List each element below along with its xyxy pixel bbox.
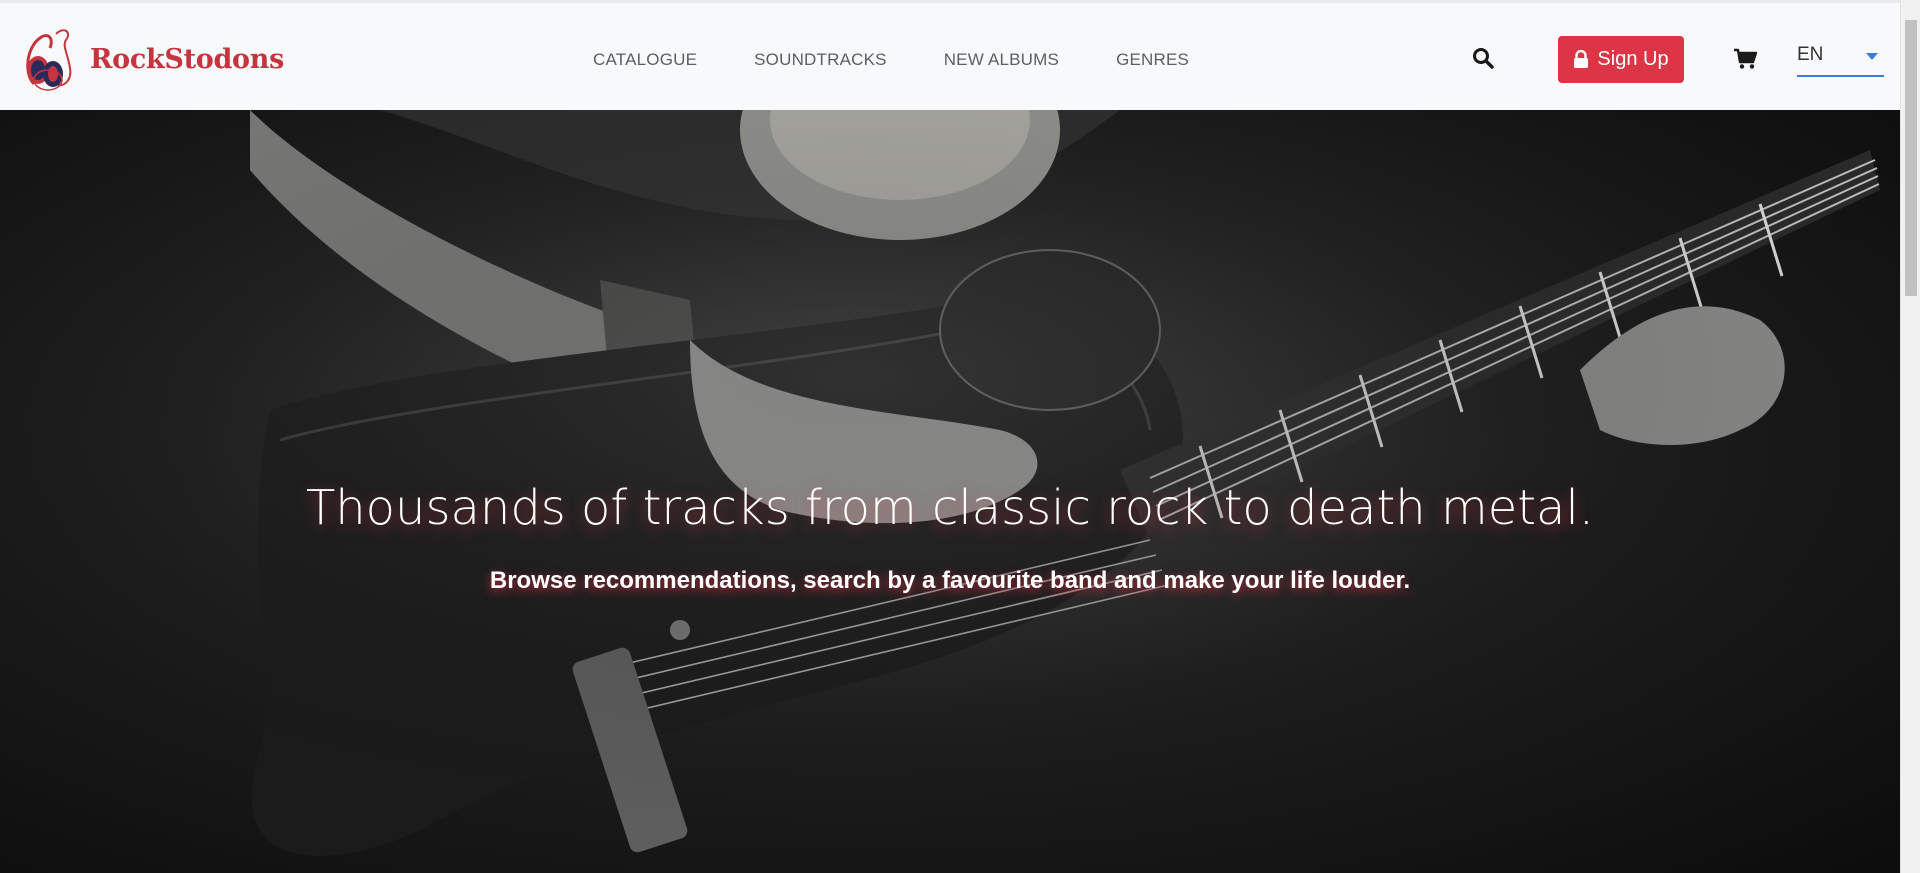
brand-logo[interactable]: RockStodons <box>20 23 284 95</box>
hero-banner: Thousands of tracks from classic rock to… <box>0 110 1900 873</box>
page-scrollbar[interactable] <box>1900 0 1920 873</box>
language-select[interactable]: EN <box>1797 43 1884 77</box>
sign-up-label: Sign Up <box>1597 48 1669 70</box>
main-nav: CATALOGUE SOUNDTRACKS NEW ALBUMS GENRES <box>593 50 1246 70</box>
nav-soundtracks[interactable]: SOUNDTRACKS <box>754 50 887 70</box>
nav-new-albums[interactable]: NEW ALBUMS <box>944 50 1059 70</box>
headphones-music-note-icon <box>26 29 72 91</box>
scrollbar-thumb[interactable] <box>1905 20 1917 296</box>
search-button[interactable] <box>1472 47 1494 69</box>
top-navbar: RockStodons CATALOGUE SOUNDTRACKS NEW AL… <box>0 0 1900 110</box>
search-icon <box>1473 48 1494 69</box>
hero-title: Thousands of tracks from classic rock to… <box>305 480 1595 536</box>
sign-up-button[interactable]: Sign Up <box>1558 36 1684 83</box>
cart-button[interactable] <box>1733 48 1758 70</box>
chevron-down-icon <box>1866 53 1878 60</box>
nav-catalogue[interactable]: CATALOGUE <box>593 50 697 70</box>
nav-genres[interactable]: GENRES <box>1116 50 1189 70</box>
hero-subtitle: Browse recommendations, search by a favo… <box>489 567 1411 594</box>
language-value: EN <box>1797 44 1824 65</box>
lock-icon <box>1574 50 1589 68</box>
brand-name: RockStodons <box>90 43 284 75</box>
cart-icon <box>1734 48 1758 69</box>
